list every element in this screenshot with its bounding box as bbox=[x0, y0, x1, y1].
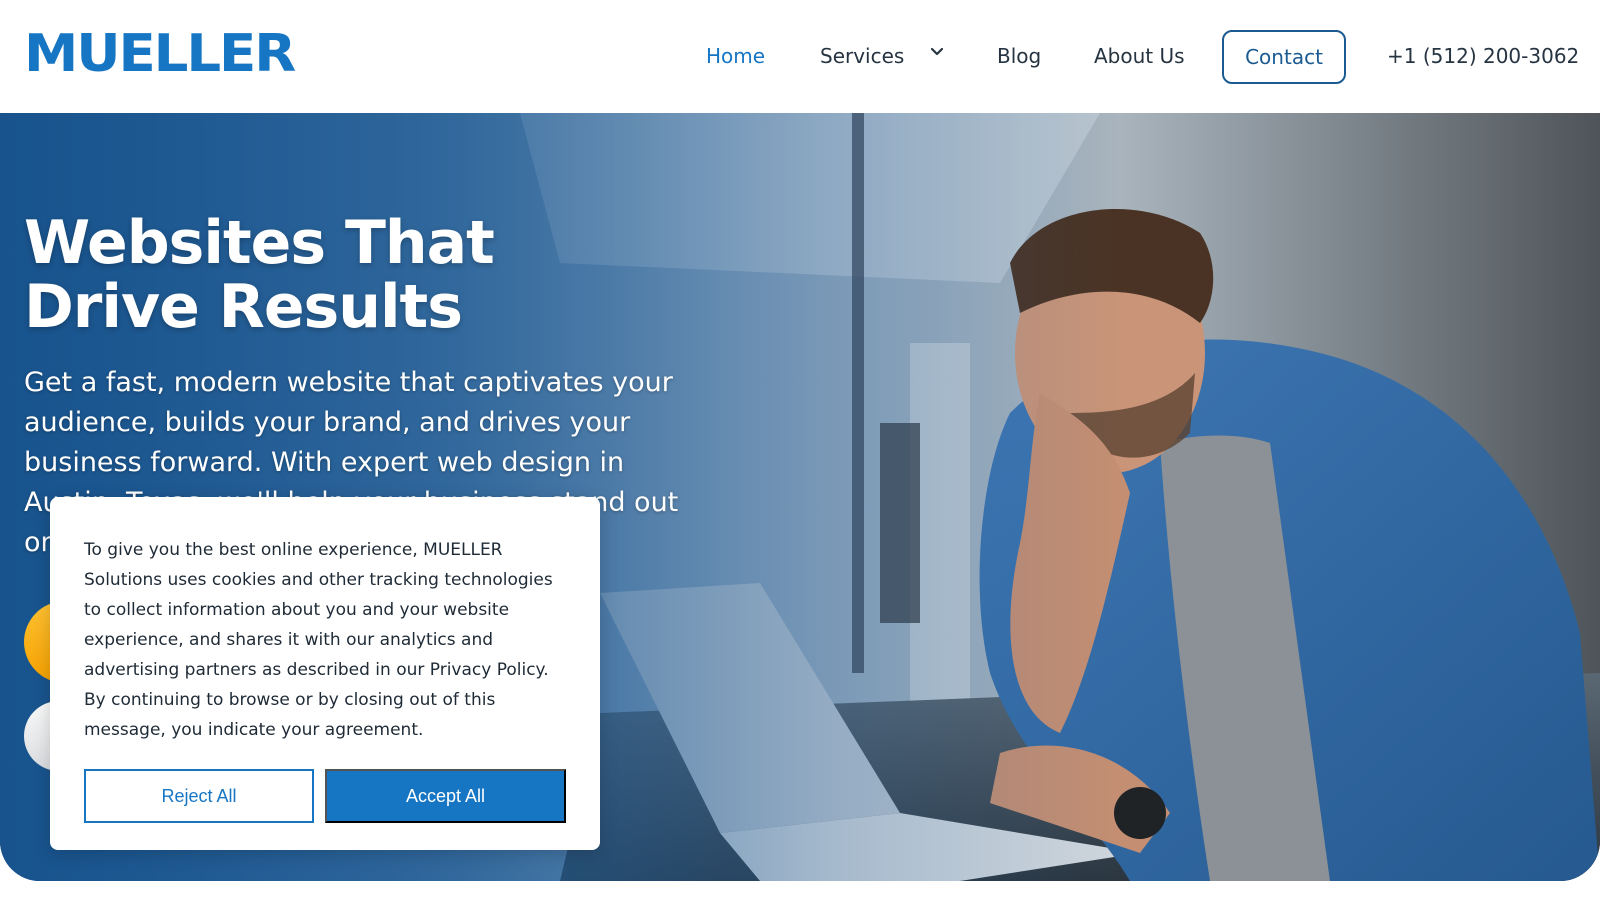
hero-title-line1: Websites That bbox=[24, 208, 495, 278]
chevron-down-icon[interactable] bbox=[930, 44, 944, 58]
contact-button[interactable]: Contact bbox=[1222, 30, 1346, 84]
nav-home[interactable]: Home bbox=[706, 44, 765, 68]
phone-link[interactable]: +1 (512) 200-3062 bbox=[1387, 44, 1579, 68]
hero-title: Websites That Drive Results bbox=[24, 208, 495, 342]
hero-title-line2: Drive Results bbox=[24, 272, 463, 342]
logo[interactable]: MUELLER bbox=[24, 28, 296, 80]
cookie-consent-dialog: To give you the best online experience, … bbox=[50, 497, 600, 850]
nav-about-us[interactable]: About Us bbox=[1094, 44, 1185, 68]
reject-all-button[interactable]: Reject All bbox=[84, 769, 314, 823]
nav-services[interactable]: Services bbox=[820, 44, 904, 68]
cookie-consent-text: To give you the best online experience, … bbox=[84, 540, 553, 740]
site-header: MUELLER Home Services Blog About Us Cont… bbox=[0, 0, 1600, 113]
nav-blog[interactable]: Blog bbox=[997, 44, 1041, 68]
accept-all-button[interactable]: Accept All bbox=[325, 769, 566, 823]
